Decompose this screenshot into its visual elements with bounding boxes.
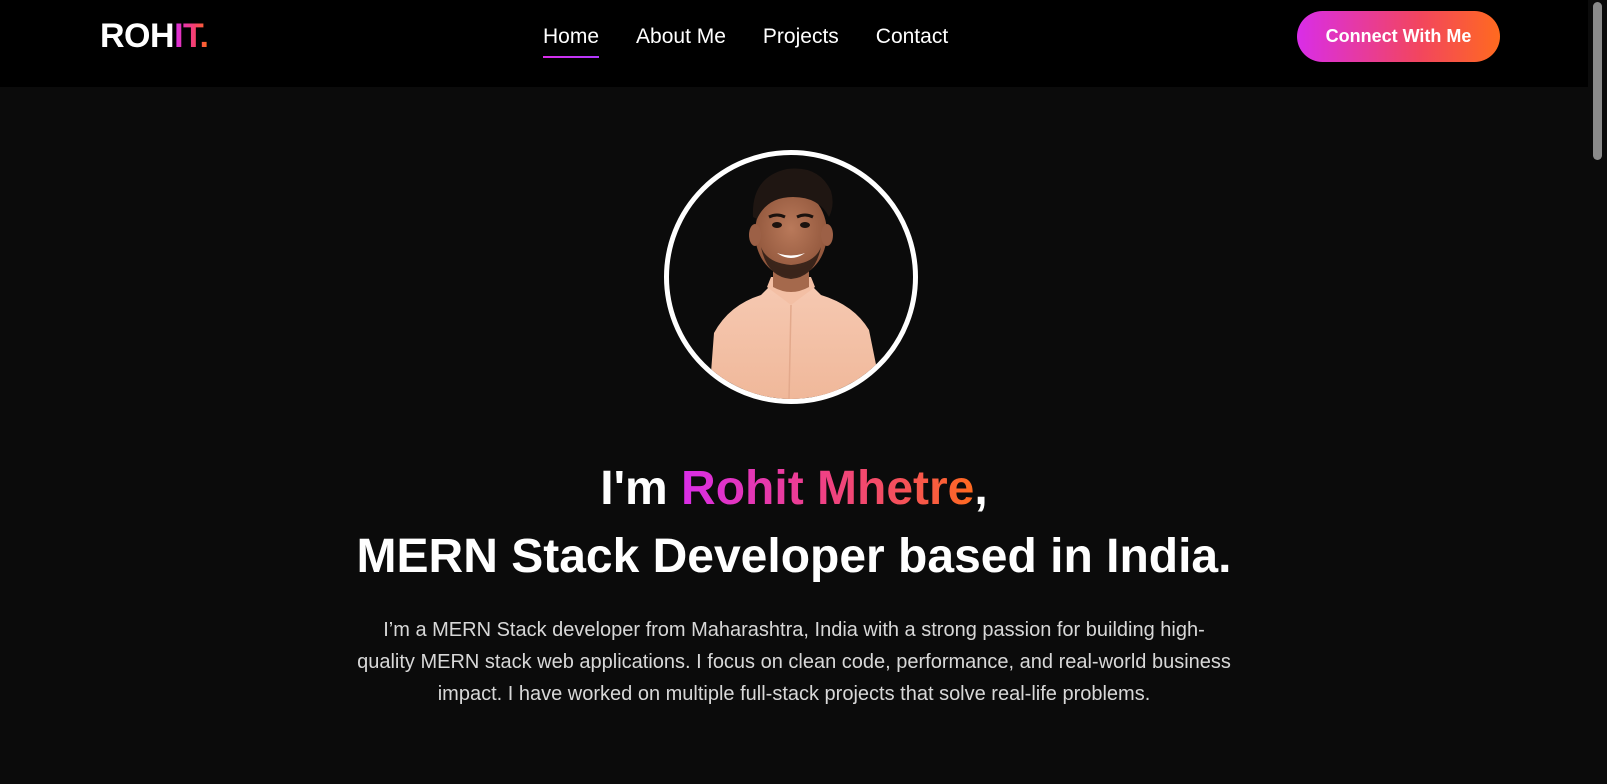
profile-photo-icon bbox=[709, 168, 883, 399]
nav-home[interactable]: Home bbox=[543, 22, 600, 58]
main-nav: Home About Me Projects Contact bbox=[543, 22, 948, 58]
page-scrollbar[interactable] bbox=[1588, 0, 1607, 784]
greeting-prefix: I'm bbox=[600, 462, 682, 515]
logo-text-main: ROH bbox=[100, 17, 175, 55]
site-header: ROHIT. Home About Me Projects Contact Co… bbox=[0, 0, 1588, 87]
greeting-suffix: , bbox=[974, 462, 988, 515]
nav-contact[interactable]: Contact bbox=[876, 22, 948, 58]
hero-description: I’m a MERN Stack developer from Maharash… bbox=[357, 619, 1231, 705]
connect-with-me-button[interactable]: Connect With Me bbox=[1297, 11, 1500, 62]
hero-headline: MERN Stack Developer based in India. bbox=[356, 530, 1232, 583]
nav-projects[interactable]: Projects bbox=[763, 22, 839, 58]
hero-greeting: I'm Rohit Mhetre, bbox=[0, 460, 1588, 518]
profile-avatar bbox=[664, 150, 918, 404]
nav-about-me[interactable]: About Me bbox=[636, 22, 726, 58]
logo-text-accent: IT. bbox=[174, 17, 209, 55]
logo[interactable]: ROHIT. bbox=[100, 16, 209, 56]
page: ROHIT. Home About Me Projects Contact Co… bbox=[0, 0, 1607, 784]
scrollbar-thumb[interactable] bbox=[1593, 2, 1602, 160]
hero-name: Rohit Mhetre bbox=[681, 462, 975, 515]
